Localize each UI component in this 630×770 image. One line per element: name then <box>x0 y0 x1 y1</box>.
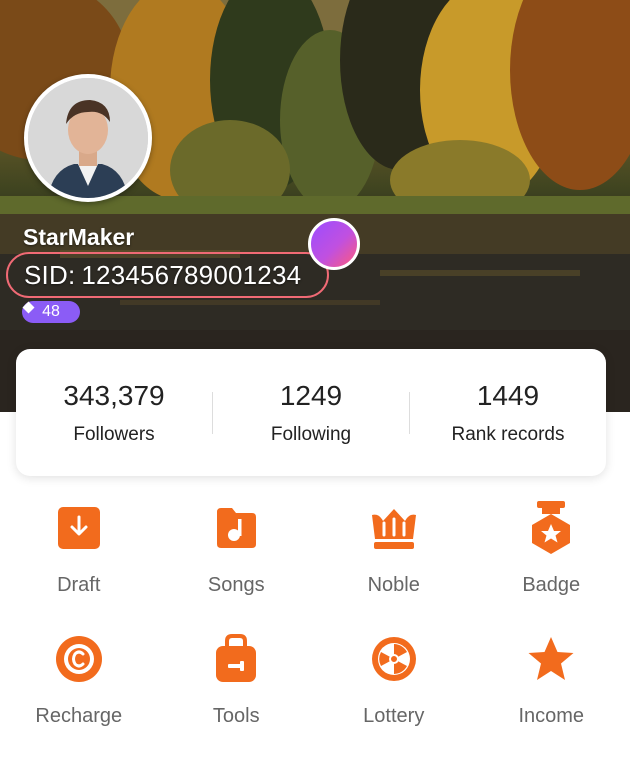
level-value: 48 <box>42 303 60 320</box>
status-dot[interactable] <box>308 218 360 270</box>
stat-label: Followers <box>73 423 155 445</box>
menu-label: Income <box>518 705 585 727</box>
username: StarMaker <box>23 224 135 250</box>
sid-value: 123456789001234 <box>81 259 302 290</box>
stat-value: 1449 <box>476 379 540 411</box>
songs-icon <box>211 500 261 556</box>
stats-card: 343,379 Followers 1249 Following 1449 Ra… <box>16 349 606 476</box>
stat-value: 1249 <box>279 379 343 411</box>
avatar[interactable] <box>24 74 152 202</box>
menu-label: Draft <box>57 574 101 596</box>
star-icon <box>526 631 576 687</box>
menu-item-lottery[interactable]: Lottery <box>315 631 473 728</box>
badge-icon <box>526 500 576 556</box>
menu-label: Tools <box>212 705 260 727</box>
stat-followers[interactable]: 343,379 Followers <box>16 380 212 446</box>
toolbox-icon <box>211 631 261 687</box>
menu-label: Recharge <box>35 705 123 727</box>
stat-label: Rank records <box>451 423 565 445</box>
feature-grid: Draft Songs Noble Badge Recharge Tools L… <box>0 500 630 728</box>
stat-label: Following <box>270 423 352 445</box>
menu-label: Songs <box>207 574 265 596</box>
menu-item-recharge[interactable]: Recharge <box>0 631 158 728</box>
sid-label: SID: <box>24 259 76 290</box>
diamond-icon <box>22 301 35 314</box>
avatar-photo <box>28 78 148 198</box>
menu-item-noble[interactable]: Noble <box>315 500 473 597</box>
stat-value: 343,379 <box>63 379 165 411</box>
menu-item-income[interactable]: Income <box>473 631 630 728</box>
stat-rank-records[interactable]: 1449 Rank records <box>410 380 606 446</box>
draft-icon <box>54 500 104 556</box>
menu-item-badge[interactable]: Badge <box>473 500 630 597</box>
sid-pill[interactable]: SID: 123456789001234 <box>6 252 329 298</box>
menu-item-songs[interactable]: Songs <box>158 500 316 597</box>
level-badge: 48 <box>22 301 80 323</box>
menu-label: Lottery <box>363 705 425 727</box>
recharge-icon <box>54 631 104 687</box>
menu-label: Noble <box>367 574 420 596</box>
lottery-wheel-icon <box>369 631 419 687</box>
stat-following[interactable]: 1249 Following <box>213 380 409 446</box>
menu-item-tools[interactable]: Tools <box>158 631 316 728</box>
crown-icon <box>369 500 419 556</box>
menu-label: Badge <box>522 574 581 596</box>
menu-item-draft[interactable]: Draft <box>0 500 158 597</box>
